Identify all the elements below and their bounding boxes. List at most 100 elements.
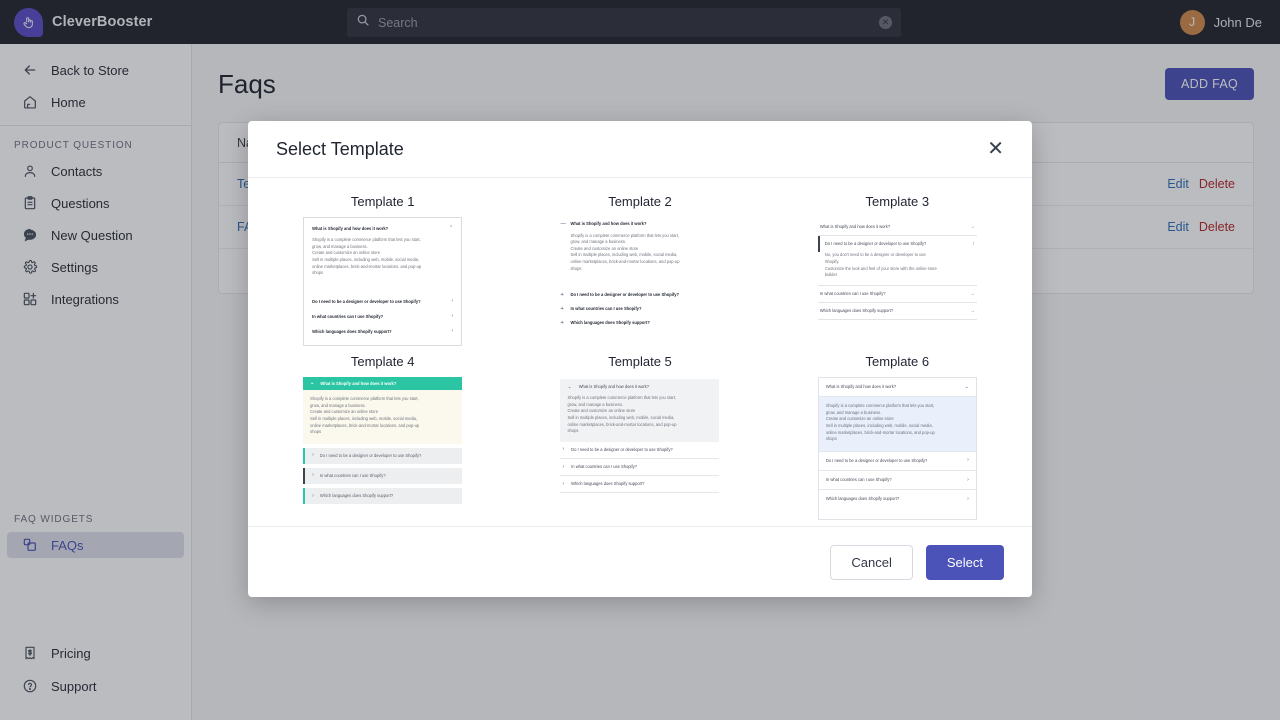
faq-item: Do I need to be a designer or developer … [312, 297, 454, 305]
plus-icon: + [560, 305, 564, 312]
modal-footer: Cancel Select [248, 526, 1032, 597]
arrow-right-icon: → [969, 307, 975, 314]
chevron-up-icon: ⌃ [448, 225, 454, 231]
faq-question: In what countries can I use Shopify? [825, 477, 892, 483]
template-title: Template 2 [608, 194, 672, 209]
chevron-right-icon: › [967, 457, 969, 464]
faq-answer: No, you don't need to be a designer or d… [817, 252, 977, 286]
chevron-right-icon: › [562, 463, 565, 470]
chevron-right-icon: › [562, 480, 565, 487]
modal-title: Select Template [276, 138, 404, 159]
template-option-1[interactable]: Template 1 What is Shopify and how does … [272, 194, 493, 346]
plus-icon: + [560, 319, 564, 326]
faq-question: Do I need to be a designer or developer … [319, 452, 422, 458]
chevron-right-icon: › [967, 476, 969, 483]
faq-question: Which languages does Shopify support? [571, 481, 645, 487]
faq-question: What is Shopify and how does it work? [825, 384, 897, 389]
faq-question: Do I need to be a designer or developer … [570, 292, 679, 298]
template-title: Template 3 [865, 194, 930, 209]
faq-question: In what countries can I use Shopify? [570, 305, 642, 311]
faq-item-open: What is Shopify and how does it work? ⌄ [818, 378, 976, 398]
template-option-2[interactable]: Template 2 — What is Shopify and how doe… [529, 194, 750, 346]
faq-item: + Which languages does Shopify support? [560, 320, 719, 327]
chevron-down-icon: ⌄ [310, 380, 315, 386]
faq-answer: Shopify is a complete commerce platform … [570, 232, 680, 271]
template-preview-5: ⌄ What is Shopify and how does it work? … [560, 377, 720, 506]
template-grid: Template 1 What is Shopify and how does … [272, 194, 1008, 520]
faq-question: Do I need to be a designer or developer … [825, 457, 928, 463]
chevron-right-icon: › [967, 495, 969, 502]
faq-item: › Which languages does Shopify support? [303, 488, 463, 505]
modal-header: Select Template ✕ [248, 121, 1032, 178]
cancel-button[interactable]: Cancel [830, 544, 913, 580]
faq-item: › Do I need to be a designer or develope… [303, 447, 463, 464]
template-option-6[interactable]: Template 6 What is Shopify and how does … [787, 354, 1008, 520]
faq-item: › Which languages does Shopify support? [560, 476, 720, 494]
faq-question: Do I need to be a designer or developer … [312, 298, 421, 304]
faq-question: Do I need to be a designer or developer … [824, 241, 927, 247]
faq-item-open: What is Shopify and how does it work? ⌃ [312, 226, 453, 232]
faq-item-open: — What is Shopify and how does it work? [560, 221, 719, 228]
template-preview-6: What is Shopify and how does it work? ⌄ … [817, 377, 977, 520]
template-preview-3: What is Shopify and how does it work? → … [817, 217, 977, 346]
faq-item: › In what countries can I use Shopify? [560, 459, 720, 477]
faq-question: Which languages does Shopify support? [819, 307, 894, 313]
minus-icon: — [560, 221, 566, 227]
faq-question: Which languages does Shopify support? [312, 329, 392, 335]
arrow-right-icon: → [969, 290, 975, 297]
faq-question: Which languages does Shopify support? [825, 496, 900, 502]
select-button[interactable]: Select [925, 544, 1004, 580]
chevron-right-icon: › [562, 446, 565, 453]
faq-question: What is Shopify and how does it work? [578, 384, 649, 389]
faq-item: Which languages does Shopify support? → [817, 303, 977, 321]
faq-question: What is Shopify and how does it work? [819, 224, 891, 229]
arrow-up-icon: ↑ [972, 241, 975, 248]
chevron-right-icon: › [451, 313, 454, 320]
arrow-right-icon: → [969, 224, 975, 231]
template-preview-4: ⌄ What is Shopify and how does it work? … [303, 377, 463, 506]
faq-item: › Do I need to be a designer or develope… [560, 442, 720, 460]
chevron-down-icon: ⌄ [964, 384, 969, 391]
faq-item: + In what countries can I use Shopify? [560, 306, 719, 313]
faq-item: Which languages does Shopify support? › [312, 329, 453, 335]
faq-question: Do I need to be a designer or developer … [571, 446, 673, 452]
faq-question: In what countries can I use Shopify? [312, 314, 384, 320]
faq-question: What is Shopify and how does it work? [320, 381, 397, 386]
faq-question: In what countries can I use Shopify? [571, 464, 637, 470]
faq-question: In what countries can I use Shopify? [819, 290, 886, 296]
faq-item: Which languages does Shopify support? › [818, 489, 976, 508]
faq-item-open: ⌄ What is Shopify and how does it work? … [560, 379, 720, 442]
faq-item: In what countries can I use Shopify? › [312, 314, 453, 320]
faq-item: Do I need to be a designer or developer … [818, 450, 976, 470]
faq-item: › In what countries can I use Shopify? [303, 467, 463, 485]
faq-answer: Shopify is a complete commerce platform … [567, 395, 677, 434]
faq-item-open: ⌄ What is Shopify and how does it work? [303, 377, 463, 390]
faq-question: Which languages does Shopify support? [319, 493, 394, 499]
faq-question: In what countries can I use Shopify? [319, 472, 386, 478]
chevron-down-icon: ⌄ [567, 383, 572, 390]
template-title: Template 1 [350, 194, 415, 209]
faq-item: In what countries can I use Shopify? → [817, 286, 977, 303]
close-icon[interactable]: ✕ [987, 139, 1004, 159]
faq-question: What is Shopify and how does it work? [312, 226, 389, 231]
chevron-right-icon: › [451, 328, 454, 335]
chevron-right-icon: › [312, 472, 314, 479]
chevron-right-icon: › [312, 452, 314, 459]
faq-answer: Shopify is a complete commerce platform … [303, 390, 463, 444]
template-preview-1: What is Shopify and how does it work? ⌃ … [303, 217, 463, 346]
faq-question: Which languages does Shopify support? [570, 319, 650, 325]
template-title: Template 4 [350, 354, 415, 369]
template-title: Template 6 [865, 354, 930, 369]
faq-item: In what countries can I use Shopify? › [818, 470, 976, 489]
faq-answer: Shopify is a complete commerce platform … [312, 237, 422, 276]
faq-item: + Do I need to be a designer or develope… [560, 292, 719, 299]
chevron-right-icon: › [451, 297, 454, 304]
template-option-3[interactable]: Template 3 What is Shopify and how does … [787, 194, 1008, 346]
template-option-5[interactable]: Template 5 ⌄ What is Shopify and how doe… [529, 354, 750, 520]
faq-answer: Shopify is a complete commerce platform … [818, 397, 976, 451]
template-option-4[interactable]: Template 4 ⌄ What is Shopify and how doe… [272, 354, 493, 520]
modal-body: Template 1 What is Shopify and how does … [248, 178, 1032, 526]
select-template-modal: Select Template ✕ Template 1 What is Sho… [248, 121, 1032, 597]
faq-item-open: Do I need to be a designer or developer … [817, 236, 977, 253]
template-title: Template 5 [608, 354, 672, 369]
